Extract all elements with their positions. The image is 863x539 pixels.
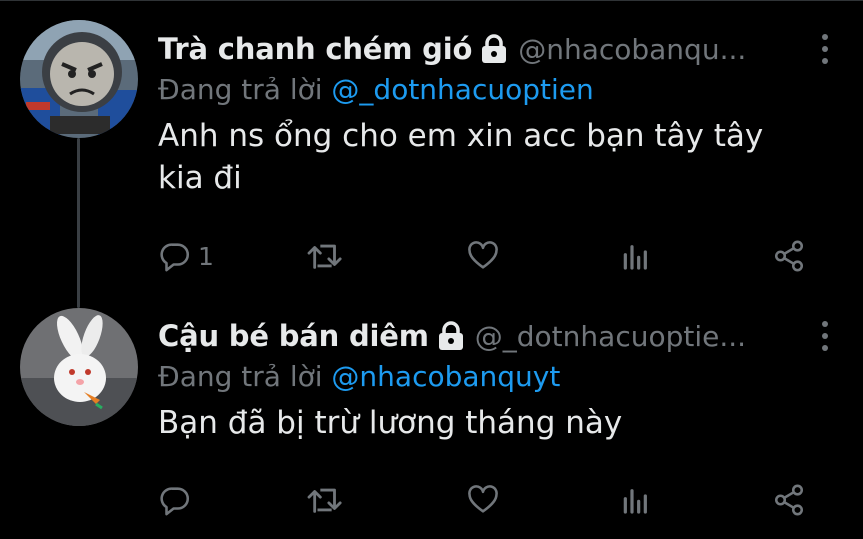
reply-icon — [160, 487, 190, 516]
like-button[interactable] — [466, 236, 500, 276]
user-handle[interactable]: @nhacobanqu... — [518, 33, 746, 66]
more-options-icon[interactable] — [815, 316, 835, 356]
replying-to-mention[interactable]: @nhacobanquyt — [331, 360, 560, 393]
retweet-icon — [307, 244, 342, 269]
analytics-icon — [623, 489, 647, 514]
more-options-icon[interactable] — [815, 29, 835, 69]
views-button[interactable] — [620, 236, 652, 276]
retweet-icon — [307, 488, 342, 513]
replying-to-mention[interactable]: @_dotnhacuoptien — [331, 73, 593, 106]
replying-to: Đang trả lời @nhacobanquyt — [158, 358, 863, 396]
tweet-text: Bạn đã bị trừ lương tháng này — [158, 405, 623, 441]
reply-icon — [160, 243, 190, 272]
top-divider — [0, 0, 863, 1]
tweet-header: Cậu bé bán diêm @_dotnhacuoptie... — [158, 314, 863, 358]
replying-to-label: Đang trả lời — [158, 73, 323, 106]
display-name[interactable]: Trà chanh chém gió — [158, 32, 472, 66]
tweet-header: Trà chanh chém gió @nhacobanqu... — [158, 27, 863, 71]
user-handle[interactable]: @_dotnhacuoptie... — [475, 320, 746, 353]
heart-icon — [468, 241, 498, 269]
tweet-actions: 1 — [158, 236, 818, 276]
thread-connector-line — [77, 138, 80, 308]
share-button[interactable] — [772, 236, 806, 276]
white-rabbit-avatar-image — [20, 308, 138, 426]
share-icon — [774, 240, 804, 272]
share-icon — [774, 484, 804, 516]
angry-train-face-avatar-image — [20, 20, 138, 138]
reply-button[interactable] — [158, 480, 198, 520]
reply-button[interactable]: 1 — [158, 236, 214, 276]
tweet[interactable]: Trà chanh chém gió @nhacobanqu... Đang t… — [158, 27, 863, 199]
retweet-button[interactable] — [306, 480, 346, 520]
display-name[interactable]: Cậu bé bán diêm — [158, 319, 429, 353]
heart-icon — [468, 485, 498, 513]
lock-icon — [437, 321, 465, 351]
views-button[interactable] — [620, 480, 652, 520]
replying-to-label: Đang trả lời — [158, 360, 323, 393]
reply-count: 1 — [198, 241, 214, 271]
analytics-icon — [623, 245, 647, 270]
replying-to: Đang trả lời @_dotnhacuoptien — [158, 71, 863, 109]
tweet-text: Anh ns ổng cho em xin acc bạn tây tây ki… — [158, 118, 764, 196]
lock-icon — [480, 34, 508, 64]
like-button[interactable] — [466, 480, 500, 520]
tweet[interactable]: Cậu bé bán diêm @_dotnhacuoptie... Đang … — [158, 314, 863, 444]
tweet-actions — [158, 480, 818, 520]
avatar[interactable] — [20, 308, 138, 426]
retweet-button[interactable] — [306, 236, 346, 276]
share-button[interactable] — [772, 480, 806, 520]
avatar[interactable] — [20, 20, 138, 138]
